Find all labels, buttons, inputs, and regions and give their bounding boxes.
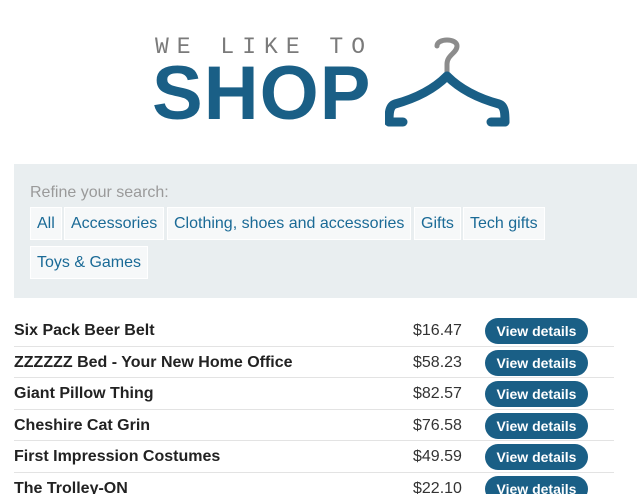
product-list: Six Pack Beer Belt $16.47 View details Z… [14,315,614,494]
view-details-button[interactable]: View details [485,349,588,376]
product-row: Six Pack Beer Belt $16.47 View details [14,315,614,347]
view-details-button[interactable]: View details [485,318,588,344]
category-tech-gifts[interactable]: Tech gifts [463,207,545,240]
product-price: $16.47 [413,322,462,339]
category-all[interactable]: All [30,207,62,240]
view-details-button[interactable]: View details [485,475,588,494]
view-details-button[interactable]: View details [485,381,588,407]
product-price: $82.57 [413,385,462,402]
product-name[interactable]: The Trolley-ON [14,480,128,494]
view-details-button[interactable]: View details [485,444,588,470]
product-name[interactable]: Six Pack Beer Belt [14,322,155,340]
product-name[interactable]: First Impression Costumes [14,448,220,466]
view-details-button[interactable]: View details [485,412,588,439]
product-row: The Trolley-ON $22.10 View details [14,473,614,494]
product-price: $76.58 [413,416,462,434]
category-toys-games[interactable]: Toys & Games [30,246,149,279]
category-accessories[interactable]: Accessories [64,207,165,240]
product-price: $49.59 [413,448,462,465]
refine-search-panel: Refine your search: All Accessories Clot… [14,164,637,298]
refine-label: Refine your search: [30,184,169,201]
hanger-icon [385,37,510,127]
logo-wordmark: SHOP [152,51,372,136]
site-logo[interactable]: WE LIKE TO SHOP [0,0,637,150]
category-gifts[interactable]: Gifts [414,207,461,240]
product-row: Cheshire Cat Grin $76.58 View details [14,410,614,441]
product-price: $58.23 [413,353,462,371]
product-row: ZZZZZZ Bed - Your New Home Office $58.23… [14,347,614,378]
product-row: Giant Pillow Thing $82.57 View details [14,378,614,410]
product-price: $22.10 [413,479,462,494]
category-clothing[interactable]: Clothing, shoes and accessories [167,207,412,240]
product-row: First Impression Costumes $49.59 View de… [14,441,614,473]
product-name[interactable]: ZZZZZZ Bed - Your New Home Office [14,354,293,372]
product-name[interactable]: Cheshire Cat Grin [14,417,150,435]
product-name[interactable]: Giant Pillow Thing [14,385,154,403]
